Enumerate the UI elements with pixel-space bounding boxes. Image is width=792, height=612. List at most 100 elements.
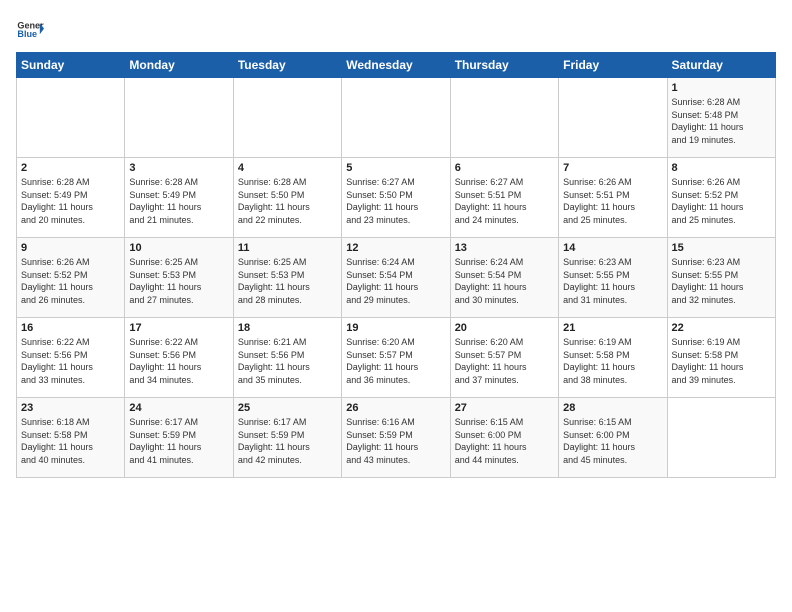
calendar-cell: 8 Sunrise: 6:26 AM Sunset: 5:52 PM Daylig… — [667, 158, 775, 238]
day-number: 18 — [238, 322, 337, 334]
day-info: Sunrise: 6:16 AM Sunset: 5:59 PM Dayligh… — [346, 416, 445, 466]
day-number: 16 — [21, 322, 120, 334]
day-number: 4 — [238, 162, 337, 174]
day-number: 12 — [346, 242, 445, 254]
day-info: Sunrise: 6:28 AM Sunset: 5:48 PM Dayligh… — [672, 96, 771, 146]
calendar-cell: 17 Sunrise: 6:22 AM Sunset: 5:56 PM Dayli… — [125, 318, 233, 398]
calendar-cell: 6 Sunrise: 6:27 AM Sunset: 5:51 PM Daylig… — [450, 158, 558, 238]
day-info: Sunrise: 6:25 AM Sunset: 5:53 PM Dayligh… — [238, 256, 337, 306]
calendar-cell: 18 Sunrise: 6:21 AM Sunset: 5:56 PM Dayli… — [233, 318, 341, 398]
calendar-cell: 11 Sunrise: 6:25 AM Sunset: 5:53 PM Dayli… — [233, 238, 341, 318]
day-info: Sunrise: 6:15 AM Sunset: 6:00 PM Dayligh… — [563, 416, 662, 466]
day-info: Sunrise: 6:19 AM Sunset: 5:58 PM Dayligh… — [672, 336, 771, 386]
calendar-cell: 23 Sunrise: 6:18 AM Sunset: 5:58 PM Dayli… — [17, 398, 125, 478]
calendar-week-5: 23 Sunrise: 6:18 AM Sunset: 5:58 PM Dayli… — [17, 398, 776, 478]
calendar-cell — [342, 78, 450, 158]
day-header-sunday: Sunday — [17, 53, 125, 78]
day-number: 17 — [129, 322, 228, 334]
calendar-cell: 19 Sunrise: 6:20 AM Sunset: 5:57 PM Dayli… — [342, 318, 450, 398]
day-info: Sunrise: 6:19 AM Sunset: 5:58 PM Dayligh… — [563, 336, 662, 386]
day-number: 6 — [455, 162, 554, 174]
calendar-cell: 1 Sunrise: 6:28 AM Sunset: 5:48 PM Daylig… — [667, 78, 775, 158]
calendar-cell — [125, 78, 233, 158]
day-info: Sunrise: 6:25 AM Sunset: 5:53 PM Dayligh… — [129, 256, 228, 306]
day-number: 15 — [672, 242, 771, 254]
day-header-wednesday: Wednesday — [342, 53, 450, 78]
day-info: Sunrise: 6:24 AM Sunset: 5:54 PM Dayligh… — [455, 256, 554, 306]
day-header-friday: Friday — [559, 53, 667, 78]
day-info: Sunrise: 6:22 AM Sunset: 5:56 PM Dayligh… — [129, 336, 228, 386]
page-header: General Blue — [16, 16, 776, 44]
day-number: 20 — [455, 322, 554, 334]
calendar-cell: 13 Sunrise: 6:24 AM Sunset: 5:54 PM Dayli… — [450, 238, 558, 318]
calendar-cell: 14 Sunrise: 6:23 AM Sunset: 5:55 PM Dayli… — [559, 238, 667, 318]
calendar-cell: 28Sunrise: 6:15 AM Sunset: 6:00 PM Dayli… — [559, 398, 667, 478]
day-header-saturday: Saturday — [667, 53, 775, 78]
day-number: 19 — [346, 322, 445, 334]
day-number: 14 — [563, 242, 662, 254]
day-number: 1 — [672, 82, 771, 94]
svg-text:Blue: Blue — [17, 29, 37, 39]
day-info: Sunrise: 6:27 AM Sunset: 5:51 PM Dayligh… — [455, 176, 554, 226]
calendar-cell: 9Sunrise: 6:26 AM Sunset: 5:52 PM Daylig… — [17, 238, 125, 318]
day-header-monday: Monday — [125, 53, 233, 78]
day-info: Sunrise: 6:20 AM Sunset: 5:57 PM Dayligh… — [455, 336, 554, 386]
day-number: 22 — [672, 322, 771, 334]
calendar-cell: 2 Sunrise: 6:28 AM Sunset: 5:49 PM Daylig… — [17, 158, 125, 238]
calendar-cell: 7 Sunrise: 6:26 AM Sunset: 5:51 PM Daylig… — [559, 158, 667, 238]
calendar-cell: 26 Sunrise: 6:16 AM Sunset: 5:59 PM Dayli… — [342, 398, 450, 478]
calendar-cell — [17, 78, 125, 158]
calendar-cell: 12 Sunrise: 6:24 AM Sunset: 5:54 PM Dayli… — [342, 238, 450, 318]
day-number: 8 — [672, 162, 771, 174]
day-number: 10 — [129, 242, 228, 254]
calendar-week-4: 16 Sunrise: 6:22 AM Sunset: 5:56 PM Dayli… — [17, 318, 776, 398]
calendar-cell: 24 Sunrise: 6:17 AM Sunset: 5:59 PM Dayli… — [125, 398, 233, 478]
day-info: Sunrise: 6:15 AM Sunset: 6:00 PM Dayligh… — [455, 416, 554, 466]
day-info: Sunrise: 6:26 AM Sunset: 5:52 PM Dayligh… — [672, 176, 771, 226]
day-number: 13 — [455, 242, 554, 254]
day-info: Sunrise: 6:20 AM Sunset: 5:57 PM Dayligh… — [346, 336, 445, 386]
day-info: Sunrise: 6:21 AM Sunset: 5:56 PM Dayligh… — [238, 336, 337, 386]
day-number: 25 — [238, 402, 337, 414]
day-number: 7 — [563, 162, 662, 174]
day-info: Sunrise: 6:28 AM Sunset: 5:49 PM Dayligh… — [21, 176, 120, 226]
day-info: Sunrise: 6:26 AM Sunset: 5:51 PM Dayligh… — [563, 176, 662, 226]
day-info: Sunrise: 6:17 AM Sunset: 5:59 PM Dayligh… — [129, 416, 228, 466]
day-number: 11 — [238, 242, 337, 254]
calendar-cell: 5 Sunrise: 6:27 AM Sunset: 5:50 PM Daylig… — [342, 158, 450, 238]
day-info: Sunrise: 6:17 AM Sunset: 5:59 PM Dayligh… — [238, 416, 337, 466]
day-header-tuesday: Tuesday — [233, 53, 341, 78]
calendar-week-2: 2 Sunrise: 6:28 AM Sunset: 5:49 PM Daylig… — [17, 158, 776, 238]
calendar-cell: 4Sunrise: 6:28 AM Sunset: 5:50 PM Daylig… — [233, 158, 341, 238]
calendar-header-row: SundayMondayTuesdayWednesdayThursdayFrid… — [17, 53, 776, 78]
day-info: Sunrise: 6:23 AM Sunset: 5:55 PM Dayligh… — [563, 256, 662, 306]
day-info: Sunrise: 6:24 AM Sunset: 5:54 PM Dayligh… — [346, 256, 445, 306]
day-number: 3 — [129, 162, 228, 174]
day-info: Sunrise: 6:18 AM Sunset: 5:58 PM Dayligh… — [21, 416, 120, 466]
calendar-cell: 16Sunrise: 6:22 AM Sunset: 5:56 PM Dayli… — [17, 318, 125, 398]
day-number: 2 — [21, 162, 120, 174]
calendar-cell: 20 Sunrise: 6:20 AM Sunset: 5:57 PM Dayli… — [450, 318, 558, 398]
calendar-week-3: 9Sunrise: 6:26 AM Sunset: 5:52 PM Daylig… — [17, 238, 776, 318]
logo: General Blue — [16, 16, 44, 44]
calendar-cell — [559, 78, 667, 158]
day-number: 27 — [455, 402, 554, 414]
day-number: 21 — [563, 322, 662, 334]
day-header-thursday: Thursday — [450, 53, 558, 78]
calendar-cell: 3 Sunrise: 6:28 AM Sunset: 5:49 PM Daylig… — [125, 158, 233, 238]
day-number: 26 — [346, 402, 445, 414]
day-number: 24 — [129, 402, 228, 414]
day-info: Sunrise: 6:28 AM Sunset: 5:49 PM Dayligh… — [129, 176, 228, 226]
day-info: Sunrise: 6:23 AM Sunset: 5:55 PM Dayligh… — [672, 256, 771, 306]
calendar-cell — [667, 398, 775, 478]
calendar-cell: 10 Sunrise: 6:25 AM Sunset: 5:53 PM Dayli… — [125, 238, 233, 318]
calendar-week-1: 1 Sunrise: 6:28 AM Sunset: 5:48 PM Daylig… — [17, 78, 776, 158]
calendar-cell: 21 Sunrise: 6:19 AM Sunset: 5:58 PM Dayli… — [559, 318, 667, 398]
day-number: 5 — [346, 162, 445, 174]
day-info: Sunrise: 6:27 AM Sunset: 5:50 PM Dayligh… — [346, 176, 445, 226]
calendar-cell: 25 Sunrise: 6:17 AM Sunset: 5:59 PM Dayli… — [233, 398, 341, 478]
calendar-table: SundayMondayTuesdayWednesdayThursdayFrid… — [16, 52, 776, 478]
day-number: 23 — [21, 402, 120, 414]
calendar-cell — [233, 78, 341, 158]
day-info: Sunrise: 6:26 AM Sunset: 5:52 PM Dayligh… — [21, 256, 120, 306]
